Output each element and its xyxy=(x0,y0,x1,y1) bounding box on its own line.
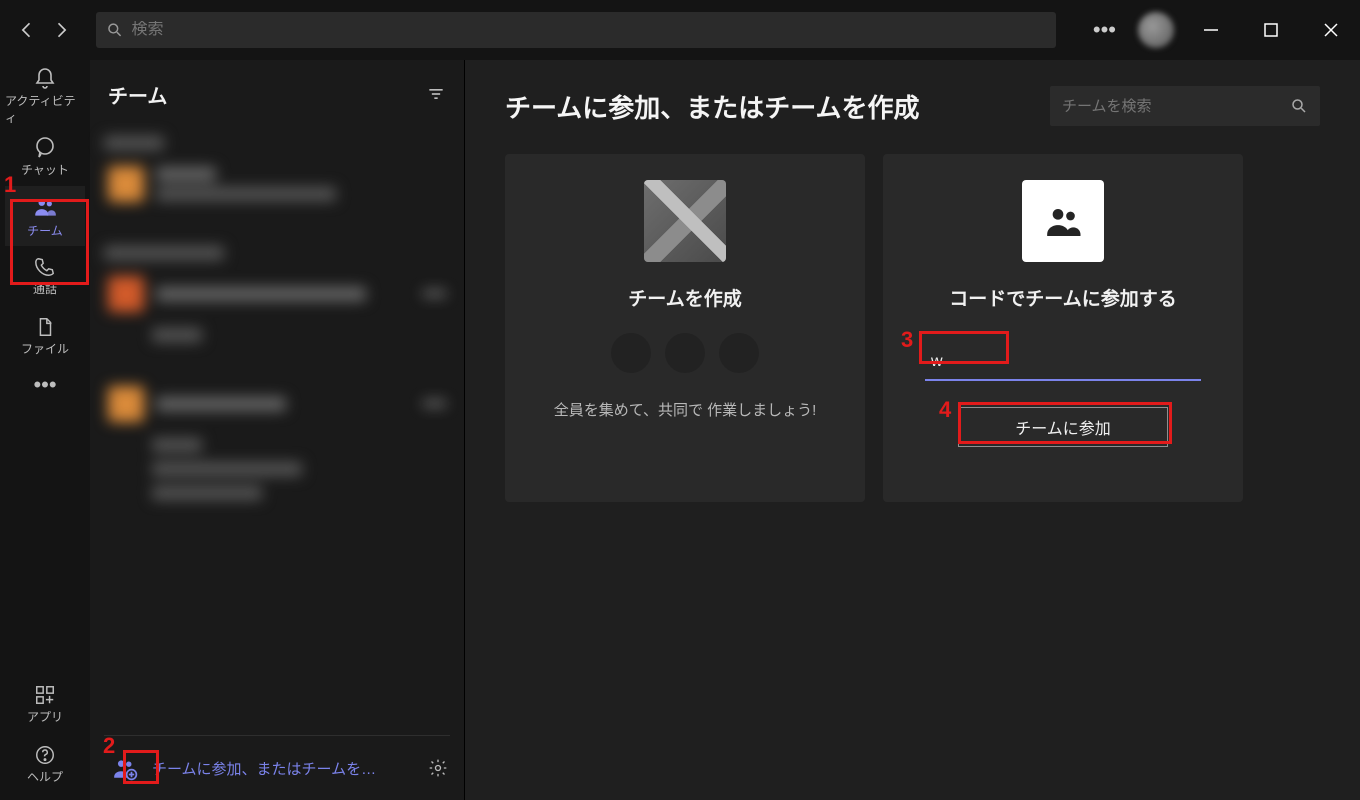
join-create-team-link[interactable]: チームに参加、またはチームを… xyxy=(152,758,376,779)
main-content: チームに参加、またはチームを作成 チームを作成 全員を集めて、共同で 作業しまし… xyxy=(465,60,1360,800)
team-search-input[interactable] xyxy=(1062,98,1290,115)
back-button[interactable] xyxy=(10,13,44,47)
rail-activity[interactable]: アクティビティ xyxy=(5,66,85,126)
search-icon xyxy=(106,21,124,39)
help-icon xyxy=(34,744,56,766)
team-item-more[interactable]: ••• xyxy=(423,391,446,417)
rail-label: ファイル xyxy=(21,340,69,357)
window-minimize-button[interactable] xyxy=(1188,7,1234,53)
rail-apps[interactable]: アプリ xyxy=(5,674,85,734)
panel-footer: チームに参加、またはチームを… xyxy=(90,736,464,800)
rail-label: ヘルプ xyxy=(27,768,63,785)
team-item-more[interactable]: ••• xyxy=(423,281,446,307)
avatar-placeholder-row xyxy=(611,333,759,373)
filter-icon[interactable] xyxy=(426,84,446,104)
search-icon xyxy=(1290,97,1308,115)
manage-teams-gear-icon[interactable] xyxy=(428,758,448,778)
rail-help[interactable]: ヘルプ xyxy=(5,734,85,794)
rail-chat[interactable]: チャット xyxy=(5,126,85,186)
create-team-title: チームを作成 xyxy=(628,284,741,311)
global-search-input[interactable] xyxy=(132,21,1046,39)
join-team-button-label: チームに参加 xyxy=(1015,415,1111,439)
settings-more-button[interactable]: ••• xyxy=(1085,17,1124,43)
app-rail: アクティビティ チャット チーム 通話 ファイル ••• アプリ xyxy=(0,60,90,800)
join-team-button[interactable]: チームに参加 xyxy=(958,407,1168,447)
panel-title: チーム xyxy=(108,80,167,109)
panel-header: チーム xyxy=(90,60,464,128)
people-icon xyxy=(32,194,58,220)
profile-avatar[interactable] xyxy=(1138,12,1174,48)
apps-icon xyxy=(34,684,56,706)
rail-label: アクティビティ xyxy=(5,92,85,126)
forward-button[interactable] xyxy=(44,13,78,47)
rail-label: チーム xyxy=(27,222,63,239)
create-team-description: 全員を集めて、共同で 作業しましょう! xyxy=(554,399,817,420)
create-team-card[interactable]: チームを作成 全員を集めて、共同で 作業しましょう! xyxy=(505,154,865,502)
rail-label: アプリ xyxy=(27,708,63,725)
team-code-input[interactable] xyxy=(931,353,1195,371)
team-code-field[interactable] xyxy=(925,345,1201,381)
global-search[interactable] xyxy=(96,12,1056,48)
teams-list: ••• ••• xyxy=(90,128,464,735)
file-icon xyxy=(34,316,56,338)
rail-label: 通話 xyxy=(33,280,57,297)
rail-calls[interactable]: 通話 xyxy=(5,246,85,306)
title-bar: ••• xyxy=(0,0,1360,60)
join-team-title: コードでチームに参加する xyxy=(949,284,1176,311)
create-team-image xyxy=(644,180,726,262)
chat-icon xyxy=(33,135,57,159)
rail-more[interactable]: ••• xyxy=(33,372,56,398)
join-team-card: コードでチームに参加する チームに参加 xyxy=(883,154,1243,502)
window-close-button[interactable] xyxy=(1308,7,1354,53)
teams-panel: チーム ••• ••• xyxy=(90,60,465,800)
bell-icon xyxy=(33,66,57,90)
join-team-icon xyxy=(1022,180,1104,262)
join-create-team-icon xyxy=(110,753,140,783)
phone-icon xyxy=(34,256,56,278)
rail-teams[interactable]: チーム xyxy=(5,186,85,246)
rail-label: チャット xyxy=(21,161,69,178)
team-search[interactable] xyxy=(1050,86,1320,126)
window-maximize-button[interactable] xyxy=(1248,7,1294,53)
page-title: チームに参加、またはチームを作成 xyxy=(505,88,919,125)
rail-files[interactable]: ファイル xyxy=(5,306,85,366)
